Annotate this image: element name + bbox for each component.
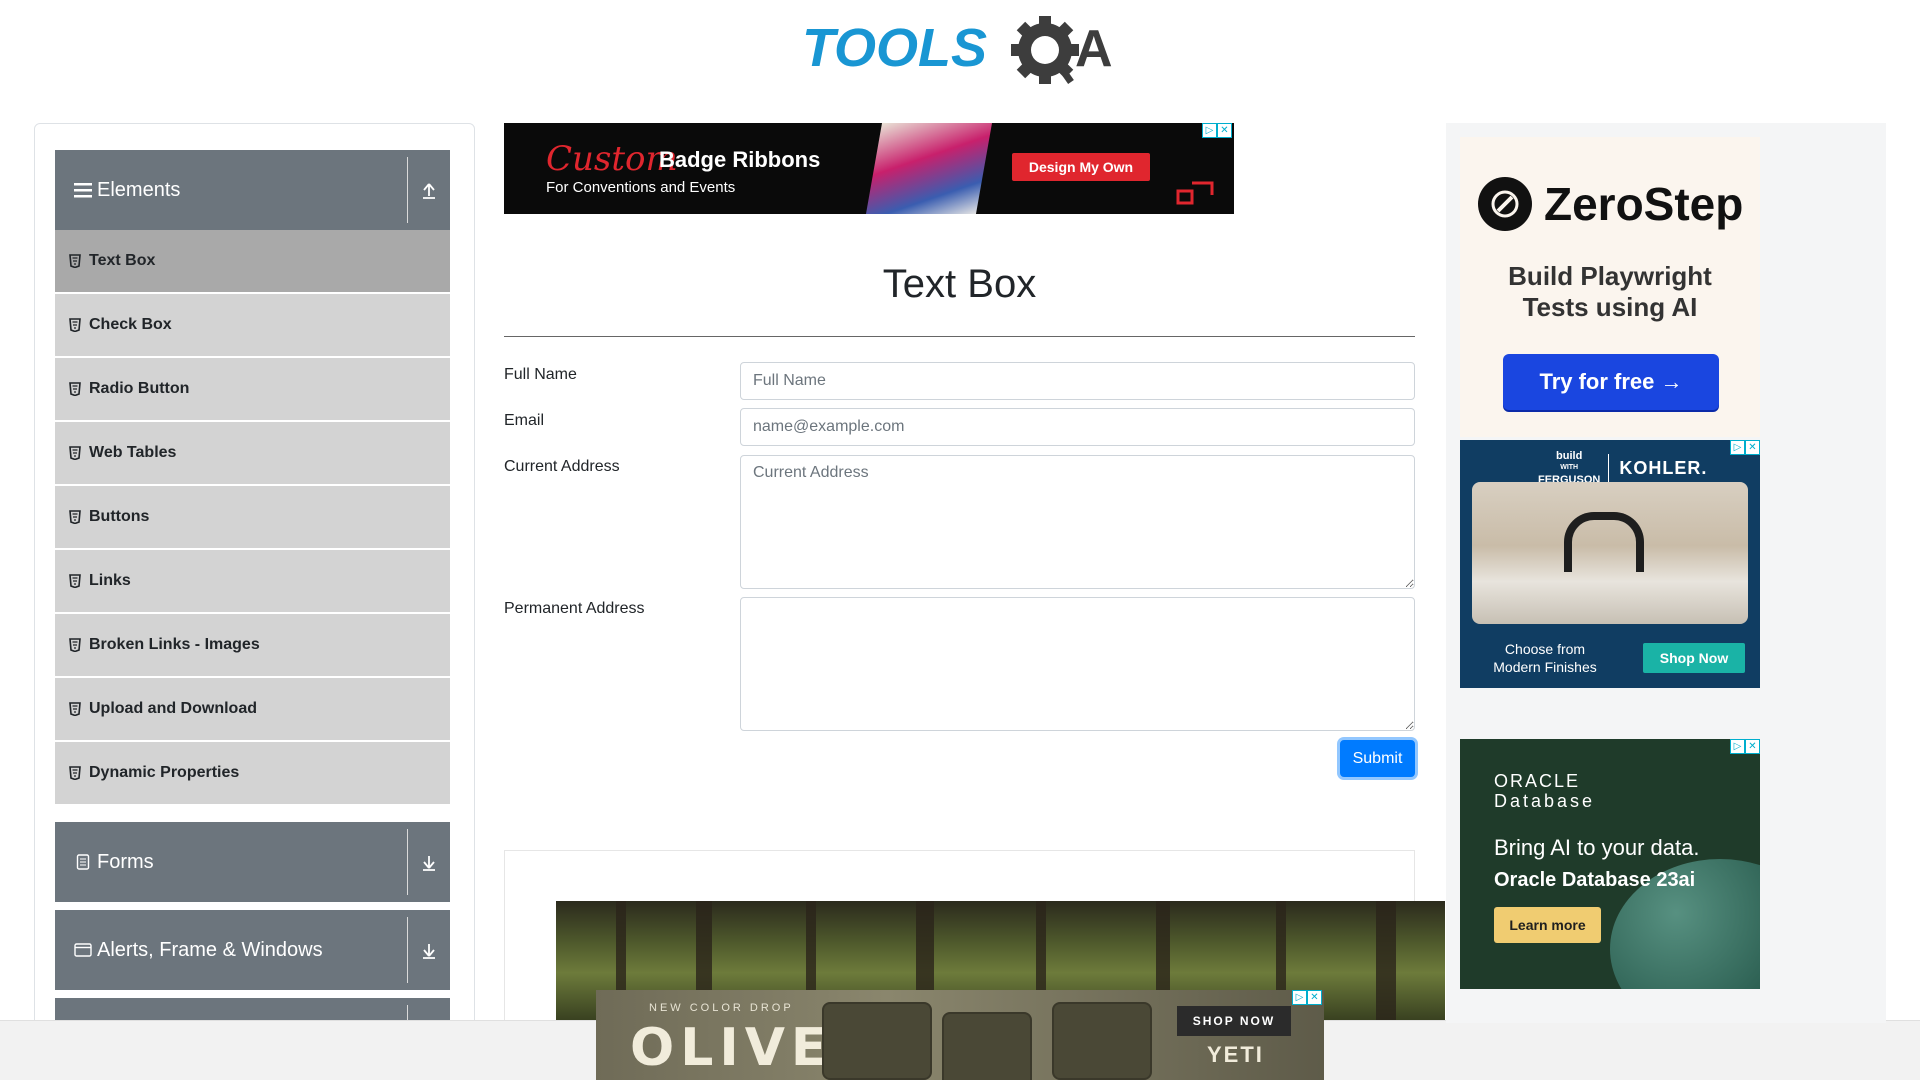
ad-script-text: Custom <box>546 139 678 179</box>
email-label: Email <box>504 412 545 429</box>
adchoices-icon[interactable]: ▷ ✕ <box>1730 739 1760 754</box>
sidebar-item-label: Links <box>89 572 131 589</box>
sidebar-item-text-box[interactable]: Text Box <box>55 230 450 292</box>
ad-subtext: For Conventions and Events <box>546 179 736 196</box>
oracle-logo-sub: Database <box>1494 791 1596 811</box>
full-name-label: Full Name <box>504 366 577 383</box>
svg-text:A: A <box>1075 20 1113 78</box>
submit-button[interactable]: Submit <box>1340 740 1415 777</box>
sidebar-item-label: Text Box <box>89 252 156 269</box>
ad-logo-icon <box>1176 181 1214 205</box>
sidebar-item-buttons[interactable]: Buttons <box>55 486 450 548</box>
ad-kicker: NEW COLOR DROP <box>649 1002 794 1014</box>
html5-icon <box>69 573 83 589</box>
yeti-olive-ad[interactable]: NEW COLOR DROP OLIVE SHOP NOW YETI ▷ ✕ <box>596 990 1324 1080</box>
kohler-logo: KOHLER. <box>1619 457 1708 478</box>
ad-cta-button[interactable]: Shop Now <box>1643 643 1745 673</box>
sidebar-item-label: Radio Button <box>89 380 190 397</box>
zerostep-logo-icon <box>1478 177 1532 231</box>
group-title: Alerts, Frame & Windows <box>97 938 323 961</box>
sidebar-item-web-tables[interactable]: Web Tables <box>55 422 450 484</box>
sidebar-item-label: Broken Links - Images <box>89 636 260 653</box>
elements-menu-list: Text Box Check Box Radio Button Web Tabl… <box>55 230 450 806</box>
toolsqa-logo[interactable]: TOOLS A <box>800 14 1125 90</box>
html5-icon <box>69 445 83 461</box>
ad-copy: Choose from Modern Finishes <box>1493 641 1597 675</box>
gear-icon <box>1011 16 1079 85</box>
ad-headline: Badge Ribbons <box>659 147 821 172</box>
ad-cta-button[interactable]: Try for free → <box>1503 354 1719 410</box>
oracle-database-ad[interactable]: ORACLE Database Bring AI to your data. O… <box>1460 739 1760 989</box>
ad-cta-button[interactable]: Learn more <box>1494 907 1601 943</box>
full-name-input[interactable] <box>740 362 1415 400</box>
group-title: Forms <box>97 850 154 873</box>
kohler-ad[interactable]: build WITH FERGUSON KOHLER. Choose from … <box>1460 440 1760 688</box>
html5-icon <box>69 765 83 781</box>
group-title: Elements <box>97 178 181 201</box>
ad-subheadline: Oracle Database 23ai <box>1494 869 1696 891</box>
html5-icon <box>69 637 83 653</box>
oracle-logo: ORACLE <box>1494 771 1581 791</box>
faucet-image <box>1472 482 1748 624</box>
html5-icon <box>69 317 83 333</box>
sidebar-item-label: Check Box <box>89 316 172 333</box>
ad-headline: Bring AI to your data. <box>1494 835 1700 860</box>
sidebar-item-label: Buttons <box>89 508 150 525</box>
ad-cta-button[interactable]: SHOP NOW <box>1177 1006 1291 1036</box>
ad-big-text: OLIVE <box>630 1018 833 1078</box>
sidebar-item-links[interactable]: Links <box>55 550 450 612</box>
document-icon <box>73 852 93 872</box>
html5-icon <box>69 381 83 397</box>
current-address-textarea[interactable] <box>740 455 1415 589</box>
zerostep-ad[interactable]: ZeroStep Build Playwright Tests using AI… <box>1460 137 1760 437</box>
cooler-bag-image <box>822 1002 932 1080</box>
adchoices-icon[interactable]: ▷ ✕ <box>1202 123 1232 138</box>
sidebar-item-label: Dynamic Properties <box>89 764 240 781</box>
expand-arrow-down-icon[interactable] <box>408 910 450 990</box>
ad-cta-button[interactable]: Design My Own <box>1012 153 1150 181</box>
group-header-elements[interactable]: Elements <box>55 150 450 230</box>
cooler-bag-image <box>942 1012 1032 1080</box>
group-header-alerts-frame-windows[interactable]: Alerts, Frame & Windows <box>55 910 450 990</box>
sidebar-item-check-box[interactable]: Check Box <box>55 294 450 356</box>
sidebar-item-label: Web Tables <box>89 444 177 461</box>
divider <box>504 336 1415 337</box>
build-with-ferguson-logo: build WITH FERGUSON <box>1538 450 1601 486</box>
sidebar-item-radio-button[interactable]: Radio Button <box>55 358 450 420</box>
email-input[interactable] <box>740 408 1415 446</box>
permanent-address-label: Permanent Address <box>504 600 645 617</box>
sidebar-item-dynamic-properties[interactable]: Dynamic Properties <box>55 742 450 804</box>
left-sidebar: Elements Text Box Check Box Radio Button… <box>34 123 475 1080</box>
ad-tagline: Build Playwright Tests using AI <box>1508 261 1712 322</box>
sidebar-item-label: Upload and Download <box>89 700 257 717</box>
window-icon <box>73 940 93 960</box>
sidebar-item-broken-links-images[interactable]: Broken Links - Images <box>55 614 450 676</box>
group-header-forms[interactable]: Forms <box>55 822 450 902</box>
html5-icon <box>69 509 83 525</box>
sidebar-item-upload-and-download[interactable]: Upload and Download <box>55 678 450 740</box>
expand-arrow-down-icon[interactable] <box>408 822 450 902</box>
ad-brand: ZeroStep <box>1544 178 1744 230</box>
adchoices-icon[interactable]: ▷ ✕ <box>1292 990 1322 1005</box>
logo-tools-text: TOOLS <box>802 18 987 78</box>
hamburger-icon <box>73 180 93 200</box>
collapse-arrow-up-icon[interactable] <box>408 150 450 230</box>
page-title: Text Box <box>882 262 1037 306</box>
cooler-bag-image <box>1052 1002 1152 1080</box>
permanent-address-textarea[interactable] <box>740 597 1415 731</box>
ribbon-image <box>865 123 993 214</box>
html5-icon <box>69 701 83 717</box>
current-address-label: Current Address <box>504 458 620 475</box>
html5-icon <box>69 253 83 269</box>
badge-ribbons-ad[interactable]: Custom Badge Ribbons For Conventions and… <box>504 123 1234 214</box>
adchoices-icon[interactable]: ▷ ✕ <box>1730 440 1760 455</box>
ad-brand: YETI <box>1207 1042 1264 1067</box>
